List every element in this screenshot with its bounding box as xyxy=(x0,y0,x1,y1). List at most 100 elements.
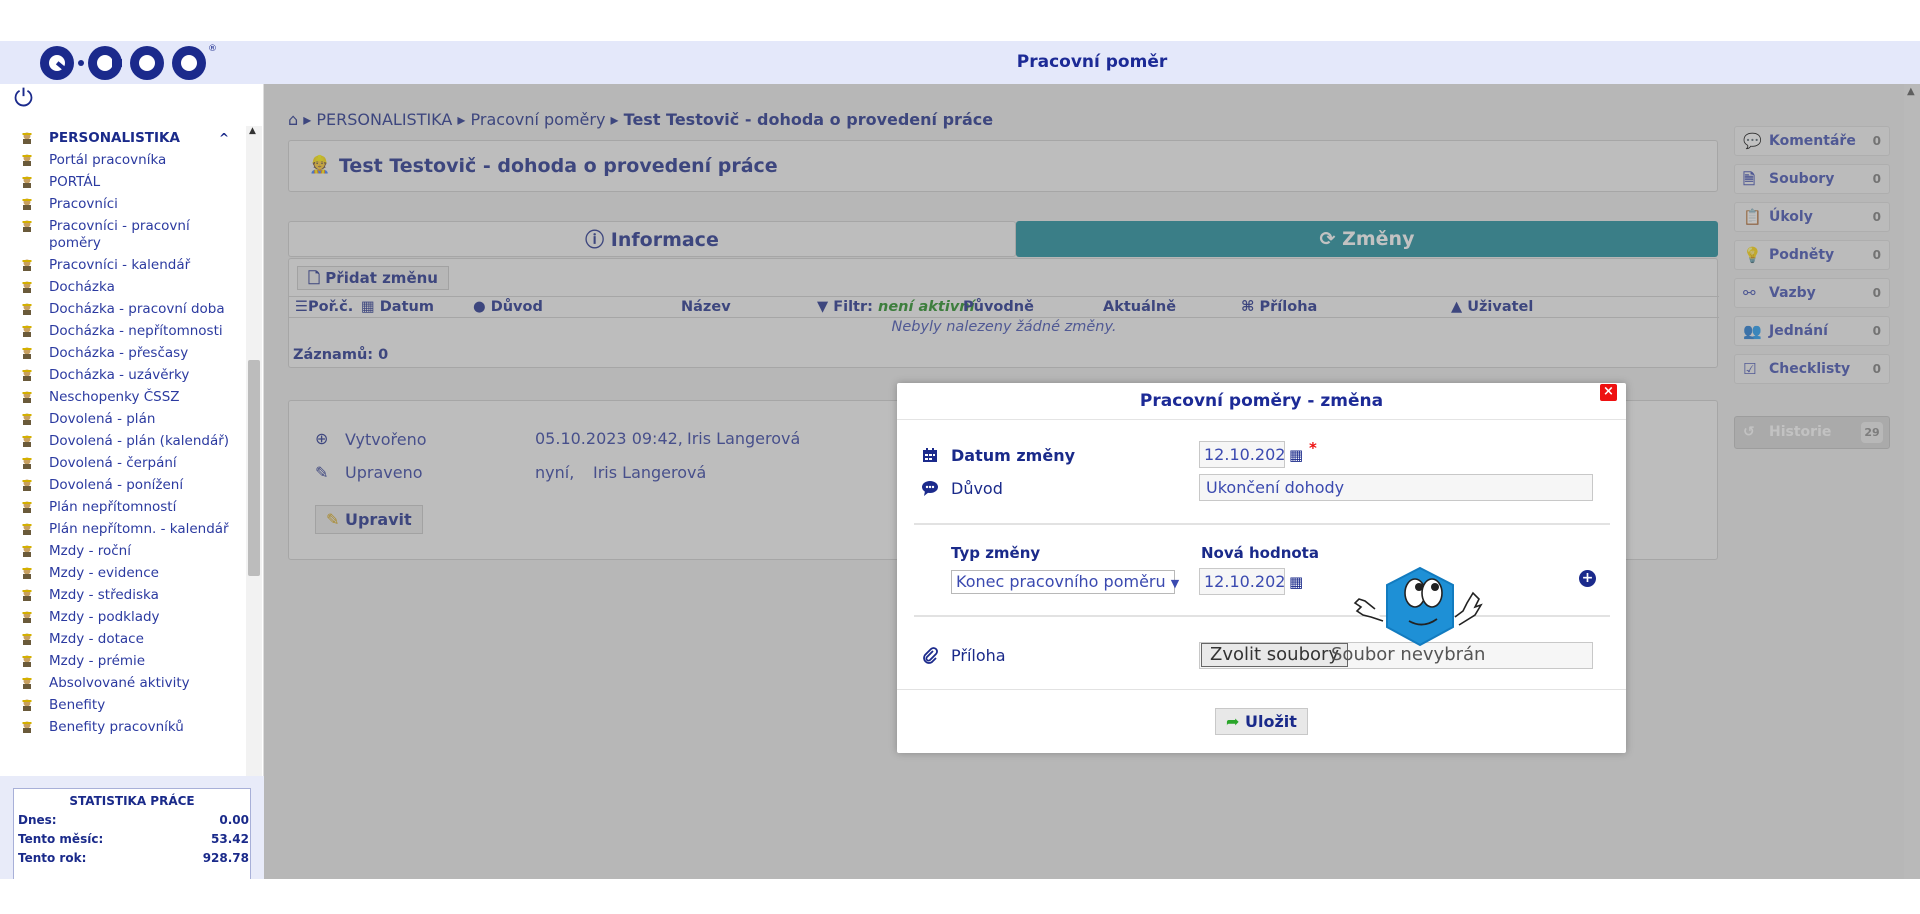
sidebar-item-label: Dovolená - plán xyxy=(49,411,156,427)
change-dialog: Pracovní poměry - změna × Datum změny 12… xyxy=(897,383,1626,753)
sidebar-item-label: Pracovníci - pracovní poměry xyxy=(49,218,190,251)
employee-icon xyxy=(20,478,34,492)
sidebar-item[interactable]: Docházka - přesčasy xyxy=(0,343,245,365)
sidebar: PERSONALISTIKA ^ Portál pracovníka PORTÁL Pr… xyxy=(0,84,264,879)
type-select-value: Konec pracovního poměru xyxy=(956,572,1166,591)
employee-icon xyxy=(20,219,34,233)
new-value-input[interactable]: 12.10.2023 xyxy=(1199,568,1285,595)
sidebar-item[interactable]: Plán nepřítomností xyxy=(0,497,245,519)
sidebar-item[interactable]: Dovolená - čerpání xyxy=(0,453,245,475)
sidebar-item-label: Mzdy - podklady xyxy=(49,609,160,625)
logo-c-icon xyxy=(88,46,122,80)
sidebar-item[interactable]: PORTÁL xyxy=(0,172,245,194)
sidebar-item[interactable]: Absolvované aktivity xyxy=(0,673,245,695)
calendar-picker-icon[interactable]: ▦ xyxy=(1289,446,1303,464)
sidebar-item[interactable]: Plán nepřítomn. - kalendář xyxy=(0,519,245,541)
employee-icon xyxy=(20,610,34,624)
employee-icon xyxy=(20,258,34,272)
employee-icon xyxy=(20,280,34,294)
bottom-margin xyxy=(0,879,1920,914)
employee-icon xyxy=(20,175,34,189)
stats-today-value: 0.00 xyxy=(219,813,249,827)
sidebar-nav: PERSONALISTIKA ^ Portál pracovníka PORTÁL Pr… xyxy=(0,126,245,842)
stats-month-label: Tento měsíc: xyxy=(18,832,104,846)
employee-icon xyxy=(20,456,34,470)
employee-icon xyxy=(20,324,34,338)
chevron-up-icon[interactable]: ^ xyxy=(219,130,229,147)
employee-icon xyxy=(20,522,34,536)
employee-icon xyxy=(20,346,34,360)
dialog-title: Pracovní poměry - změna xyxy=(897,383,1626,420)
scrollbar-thumb[interactable] xyxy=(248,360,260,576)
employee-icon xyxy=(20,500,34,514)
sidebar-item[interactable]: Pracovníci xyxy=(0,194,245,216)
sidebar-item[interactable]: Pracovníci - kalendář xyxy=(0,255,245,277)
sidebar-item-label: Mzdy - dotace xyxy=(49,631,144,647)
employee-icon xyxy=(20,566,34,580)
sidebar-item[interactable]: Dovolená - ponížení xyxy=(0,475,245,497)
sidebar-item-label: Plán nepřítomn. - kalendář xyxy=(49,521,229,537)
sidebar-item[interactable]: Benefity xyxy=(0,695,245,717)
required-icon: * xyxy=(1309,439,1317,457)
divider xyxy=(897,689,1626,690)
sidebar-item[interactable]: Neschopenky ČSSZ xyxy=(0,387,245,409)
sidebar-item-label: Dovolená - čerpání xyxy=(49,455,177,471)
sidebar-item[interactable]: Mzdy - roční xyxy=(0,541,245,563)
employee-icon xyxy=(20,153,34,167)
save-button[interactable]: ➦ Uložit xyxy=(1215,708,1308,735)
sidebar-item[interactable]: Docházka - uzávěrky xyxy=(0,365,245,387)
scroll-up-icon[interactable]: ▲ xyxy=(249,126,256,136)
power-icon[interactable]: ⏻ xyxy=(14,86,33,110)
paperclip-icon xyxy=(921,646,939,664)
page-title: Pracovní poměr xyxy=(1016,52,1168,72)
sidebar-item[interactable]: Mzdy - dotace xyxy=(0,629,245,651)
sidebar-item[interactable]: Pracovníci - pracovní poměry xyxy=(0,216,245,255)
sidebar-item[interactable]: Mzdy - prémie xyxy=(0,651,245,673)
sidebar-item-label: Dovolená - plán (kalendář) xyxy=(49,433,230,449)
reason-input[interactable]: Ukončení dohody xyxy=(1199,474,1593,501)
logo-q-icon xyxy=(40,46,74,80)
sidebar-item[interactable]: Mzdy - střediska xyxy=(0,585,245,607)
employee-icon xyxy=(20,197,34,211)
sidebar-item[interactable]: Mzdy - evidence xyxy=(0,563,245,585)
date-input[interactable]: 12.10.2023 xyxy=(1199,441,1285,468)
employee-icon xyxy=(20,131,34,145)
sidebar-item[interactable]: Mzdy - podklady xyxy=(0,607,245,629)
sidebar-item[interactable]: Dovolená - plán xyxy=(0,409,245,431)
sidebar-item-label: Pracovníci xyxy=(49,196,118,212)
employee-icon xyxy=(20,720,34,734)
sidebar-item[interactable]: Portál pracovníka xyxy=(0,150,245,172)
divider xyxy=(914,523,1610,525)
sidebar-scrollbar[interactable]: ▲ ▼ xyxy=(246,126,262,842)
comment-icon xyxy=(921,479,939,497)
choose-files-button[interactable]: Zvolit soubory xyxy=(1201,643,1349,667)
calendar-picker-icon[interactable]: ▦ xyxy=(1289,573,1303,591)
employee-icon xyxy=(20,412,34,426)
stats-title: STATISTIKA PRÁCE xyxy=(69,794,195,808)
sidebar-item[interactable]: Benefity pracovníků xyxy=(0,717,245,739)
sidebar-item-label: Docházka - uzávěrky xyxy=(49,367,190,383)
calendar-icon xyxy=(921,446,939,464)
sidebar-item-label: Mzdy - prémie xyxy=(49,653,146,669)
top-margin xyxy=(0,0,1920,41)
sidebar-item[interactable]: Docházka xyxy=(0,277,245,299)
stats-today-label: Dnes: xyxy=(18,813,57,827)
stats-year-value: 928.78 xyxy=(202,851,249,865)
logo: ® xyxy=(40,44,217,82)
add-row-icon[interactable]: + xyxy=(1579,570,1596,587)
sidebar-item[interactable]: Docházka - nepřítomnosti xyxy=(0,321,245,343)
logo-m-icon xyxy=(172,46,206,80)
sidebar-section-personalistika[interactable]: PERSONALISTIKA ^ xyxy=(0,126,245,150)
sidebar-item[interactable]: Docházka - pracovní doba xyxy=(0,299,245,321)
reason-label: Důvod xyxy=(951,479,1003,498)
employee-icon xyxy=(20,390,34,404)
employee-icon xyxy=(20,368,34,382)
stats-year-label: Tento rok: xyxy=(18,851,87,865)
type-select[interactable]: Konec pracovního poměru ▼ xyxy=(951,570,1179,594)
employee-icon xyxy=(20,302,34,316)
sidebar-item[interactable]: Dovolená - plán (kalendář) xyxy=(0,431,245,453)
close-icon[interactable]: × xyxy=(1600,384,1617,401)
sidebar-item-label: Pracovníci - kalendář xyxy=(49,257,191,273)
logo-o-icon xyxy=(130,46,164,80)
employee-icon xyxy=(20,434,34,448)
